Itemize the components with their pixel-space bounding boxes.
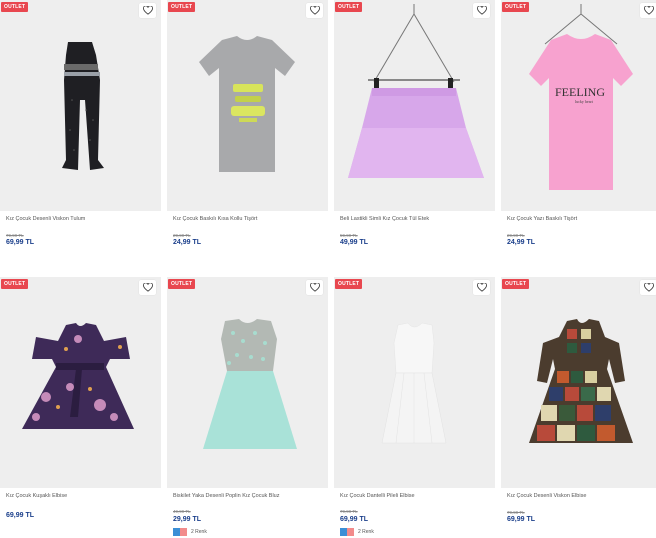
product-price: 49,99 TL [340, 239, 369, 246]
product-card[interactable]: OUTLET Kız Çocuk Baskılı Kısa Kollu Tişö… [167, 0, 328, 246]
product-price: 24,99 TL [173, 239, 202, 246]
heart-outline-icon [142, 6, 153, 15]
product-name[interactable]: Kız Çocuk Desenli Viskon Tulum [6, 216, 85, 222]
product-card[interactable]: OUTLET Kız Çocuk Dantelli Pileli Elbise … [334, 277, 495, 536]
blouse-image [203, 319, 297, 449]
jumpsuit-image [62, 42, 104, 170]
outlet-badge: OUTLET [335, 2, 363, 12]
color-count: 2 Renk [358, 529, 374, 535]
tshirt-print-text: FEELING [555, 85, 605, 99]
product-card[interactable]: OUTLET Biskilet Yaka Desenli Poplin Kız … [167, 277, 328, 536]
tshirt-image [199, 36, 295, 172]
heart-outline-icon [309, 6, 320, 15]
skirt-image [348, 4, 484, 178]
old-price: 59,99 TL [340, 233, 358, 238]
product-card[interactable]: OUTLET Kız Çocuk Desenli Viskon Tulum 79… [0, 0, 161, 246]
dress-image [22, 323, 134, 429]
outlet-badge: OUTLET [168, 2, 196, 12]
color-count: 2 Renk [191, 529, 207, 535]
favorite-button[interactable] [306, 280, 323, 295]
heart-outline-icon [309, 283, 320, 292]
product-card[interactable]: OUTLET Beli Lastikli Simli Kız Çocuk Tül… [334, 0, 495, 246]
product-price: 24,99 TL [507, 239, 536, 246]
color-swatches[interactable] [340, 528, 354, 536]
dress-image [529, 319, 633, 443]
product-card[interactable]: OUTLET Kız Çocuk Kuşaklı Elbise 69,99 TL [0, 277, 161, 519]
product-card[interactable]: OUTLET Kız Çocuk Desenli Viskon Elbise 7… [501, 277, 656, 523]
product-name[interactable]: Kız Çocuk Baskılı Kısa Kollu Tişört [173, 216, 257, 222]
outlet-badge: OUTLET [1, 279, 29, 289]
old-price: 79,99 TL [6, 233, 24, 238]
product-image[interactable]: OUTLET [334, 0, 495, 211]
outlet-badge: OUTLET [335, 279, 363, 289]
outlet-badge: OUTLET [168, 279, 196, 289]
product-price: 69,99 TL [6, 239, 35, 246]
old-price: 49,99 TL [173, 509, 191, 514]
color-options[interactable]: 2 Renk [340, 528, 374, 536]
favorite-button[interactable] [139, 280, 156, 295]
old-price: 79,99 TL [507, 510, 525, 515]
product-image[interactable]: OUTLET [334, 277, 495, 488]
product-image[interactable]: FEELING lucky heart OUTLET [501, 0, 656, 211]
favorite-button[interactable] [306, 3, 323, 18]
old-price: 79,99 TL [340, 509, 358, 514]
product-image[interactable]: OUTLET [167, 0, 328, 211]
favorite-button[interactable] [640, 3, 656, 18]
product-name[interactable]: Kız Çocuk Dantelli Pileli Elbise [340, 493, 415, 499]
heart-outline-icon [142, 283, 153, 292]
product-name[interactable]: Beli Lastikli Simli Kız Çocuk Tül Etek [340, 216, 429, 222]
favorite-button[interactable] [640, 280, 656, 295]
product-price: 29,99 TL [173, 516, 202, 523]
product-image[interactable]: OUTLET [0, 277, 161, 488]
heart-outline-icon [643, 283, 654, 292]
product-name[interactable]: Biskilet Yaka Desenli Poplin Kız Çocuk B… [173, 493, 280, 499]
outlet-badge: OUTLET [502, 279, 530, 289]
tshirt-image: FEELING lucky heart [529, 4, 633, 190]
product-price: 69,99 TL [507, 516, 536, 523]
color-swatches[interactable] [173, 528, 187, 536]
tshirt-print-subtext: lucky heart [575, 99, 594, 104]
product-image[interactable]: OUTLET [0, 0, 161, 211]
product-name[interactable]: Kız Çocuk Yazı Baskılı Tişört [507, 216, 577, 222]
heart-outline-icon [476, 6, 487, 15]
color-options[interactable]: 2 Renk [173, 528, 207, 536]
old-price: 29,99 TL [173, 233, 191, 238]
outlet-badge: OUTLET [1, 2, 29, 12]
favorite-button[interactable] [473, 280, 490, 295]
favorite-button[interactable] [139, 3, 156, 18]
old-price: 29,99 TL [507, 233, 525, 238]
heart-outline-icon [643, 6, 654, 15]
favorite-button[interactable] [473, 3, 490, 18]
product-name[interactable]: Kız Çocuk Desenli Viskon Elbise [507, 493, 586, 499]
product-card[interactable]: FEELING lucky heart OUTLET Kız Çocuk Yaz… [501, 0, 656, 246]
dress-image [381, 322, 447, 444]
outlet-badge: OUTLET [502, 2, 530, 12]
heart-outline-icon [476, 283, 487, 292]
product-image[interactable]: OUTLET [501, 277, 656, 488]
product-image[interactable]: OUTLET [167, 277, 328, 488]
product-name[interactable]: Kız Çocuk Kuşaklı Elbise [6, 493, 67, 499]
product-price: 69,99 TL [6, 512, 35, 519]
product-price: 69,99 TL [340, 516, 369, 523]
